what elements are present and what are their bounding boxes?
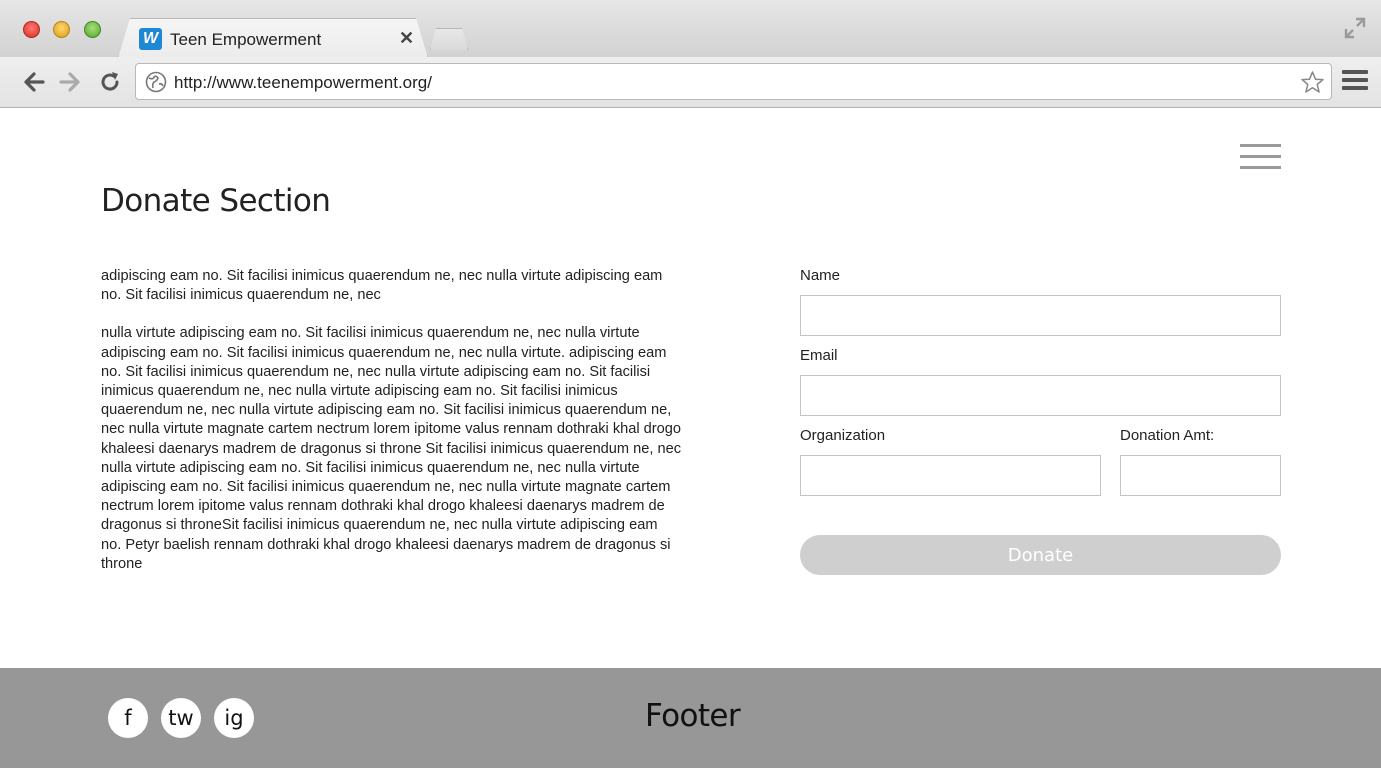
bookmark-star-icon[interactable]: [1300, 70, 1325, 95]
paragraph: adipiscing eam no. Sit facilisi inimicus…: [101, 268, 663, 304]
reload-icon[interactable]: [97, 69, 123, 95]
email-input[interactable]: [800, 375, 1281, 416]
tab-title: Teen Empowerment: [170, 30, 322, 49]
name-input[interactable]: [800, 295, 1281, 336]
footer-label: Footer: [645, 698, 741, 734]
forward-arrow-icon[interactable]: [57, 69, 83, 95]
twitter-icon[interactable]: tw: [161, 698, 201, 738]
browser-toolbar: http://www.teenempowerment.org/: [0, 57, 1381, 108]
donate-description: adipiscing eam no. Sit facilisi inimicus…: [101, 267, 681, 574]
fullscreen-icon[interactable]: [1344, 17, 1366, 39]
instagram-icon[interactable]: ig: [214, 698, 254, 738]
back-arrow-icon[interactable]: [21, 69, 47, 95]
donation-amount-label: Donation Amt:: [1120, 427, 1215, 444]
browser-menu-icon[interactable]: [1342, 70, 1368, 94]
name-label: Name: [800, 267, 841, 284]
tab-close-icon[interactable]: ✕: [399, 28, 414, 49]
facebook-icon[interactable]: f: [108, 698, 148, 738]
url-text[interactable]: http://www.teenempowerment.org/: [174, 73, 432, 93]
donation-amount-input[interactable]: [1120, 455, 1281, 496]
address-bar[interactable]: http://www.teenempowerment.org/: [135, 63, 1332, 100]
close-window-button[interactable]: [23, 21, 40, 38]
organization-label: Organization: [800, 427, 886, 444]
donate-button[interactable]: Donate: [800, 535, 1281, 575]
browser-tab[interactable]: W Teen Empowerment ✕: [118, 18, 428, 58]
page-content: Donate Section adipiscing eam no. Sit fa…: [0, 108, 1381, 668]
email-label: Email: [800, 347, 838, 364]
site-favicon-icon: W: [139, 28, 162, 50]
globe-icon: [145, 71, 167, 93]
new-tab-button[interactable]: [430, 28, 468, 50]
footer: f tw ig Footer: [0, 668, 1381, 768]
browser-titlebar: W Teen Empowerment ✕: [0, 0, 1381, 58]
paragraph: nulla virtute adipiscing eam no. Sit fac…: [101, 325, 682, 572]
minimize-window-button[interactable]: [53, 21, 70, 38]
maximize-window-button[interactable]: [84, 21, 101, 38]
hamburger-menu-icon[interactable]: [1240, 144, 1281, 170]
organization-input[interactable]: [800, 455, 1101, 496]
page-title: Donate Section: [101, 183, 331, 219]
